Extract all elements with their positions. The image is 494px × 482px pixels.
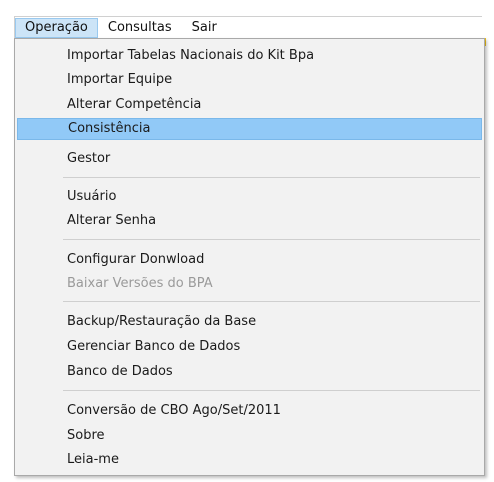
menu-consultas[interactable]: Consultas (98, 18, 182, 38)
menu-item-banco-de-dados[interactable]: Banco de Dados (17, 361, 482, 383)
menu-item-configurar-download[interactable]: Configurar Donwload (17, 249, 482, 271)
menu-item-backup-restauracao[interactable]: Backup/Restauração da Base (17, 311, 482, 333)
menu-item-conversao-cbo[interactable]: Conversão de CBO Ago/Set/2011 (17, 400, 482, 422)
menu-item-usuario[interactable]: Usuário (17, 186, 482, 208)
menu-sair[interactable]: Sair (182, 18, 227, 38)
menu-item-gestor[interactable]: Gestor (17, 148, 482, 170)
menu-item-baixar-versoes: Baixar Versões do BPA (67, 276, 213, 291)
menu-separator (63, 390, 480, 391)
menu-item-sobre[interactable]: Sobre (17, 425, 482, 447)
operacao-dropdown-menu: Importar Tabelas Nacionais do Kit Bpa Im… (14, 38, 485, 476)
menu-item-leia-me[interactable]: Leia-me (17, 449, 482, 471)
menu-separator (63, 239, 480, 240)
menu-item-alterar-senha[interactable]: Alterar Senha (17, 210, 482, 232)
application-window: Operação Consultas Sair Importar Tabelas… (0, 0, 494, 482)
menu-operacao[interactable]: Operação (15, 17, 98, 38)
menu-item-gerenciar-banco[interactable]: Gerenciar Banco de Dados (17, 336, 482, 358)
menu-item-alterar-competencia[interactable]: Alterar Competência (17, 94, 482, 116)
menu-bar: Operação Consultas Sair (14, 16, 482, 38)
menu-separator (63, 301, 480, 302)
menu-item-importar-tabelas[interactable]: Importar Tabelas Nacionais do Kit Bpa (17, 45, 482, 67)
menu-item-importar-equipe[interactable]: Importar Equipe (17, 69, 482, 91)
menu-item-consistencia[interactable]: Consistência (17, 118, 482, 140)
menu-separator (63, 177, 480, 178)
